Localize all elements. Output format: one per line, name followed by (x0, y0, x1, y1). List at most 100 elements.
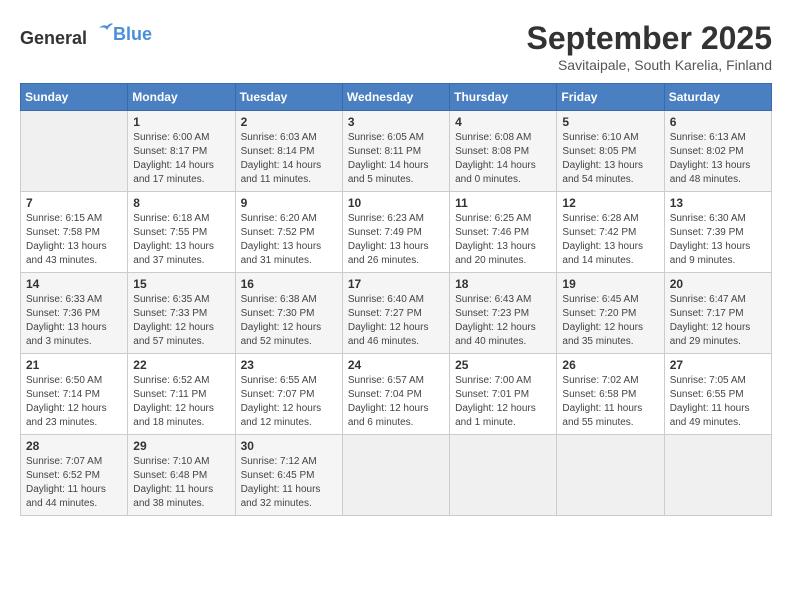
day-number: 5 (562, 115, 658, 129)
calendar-day-cell: 13Sunrise: 6:30 AM Sunset: 7:39 PM Dayli… (664, 192, 771, 273)
day-number: 2 (241, 115, 337, 129)
day-info: Sunrise: 7:10 AM Sunset: 6:48 PM Dayligh… (133, 455, 229, 511)
calendar-day-cell: 22 Sunrise: 6:52 AM Sunset: 7:11 PM Dayli… (128, 354, 235, 435)
day-info: Sunrise: 6:52 AM Sunset: 7:11 PM Dayligh… (133, 374, 229, 430)
calendar-day-cell: 24 Sunrise: 6:57 AM Sunset: 7:04 PM Dayli… (342, 354, 449, 435)
calendar-day-cell: 17 Sunrise: 6:40 AM Sunset: 7:27 PM Dayli… (342, 273, 449, 354)
logo: General Blue (20, 20, 152, 49)
calendar-day-cell: 12 Sunrise: 6:28 AM Sunset: 7:42 PM Dayli… (557, 192, 664, 273)
calendar-week-row: 21Sunrise: 6:50 AM Sunset: 7:14 PM Dayli… (21, 354, 772, 435)
day-info: Sunrise: 6:33 AM Sunset: 7:36 PM Dayligh… (26, 293, 122, 349)
day-info: Sunrise: 6:10 AM Sunset: 8:05 PM Dayligh… (562, 131, 658, 187)
day-number: 18 (455, 277, 551, 291)
calendar-day-cell: 16 Sunrise: 6:38 AM Sunset: 7:30 PM Dayli… (235, 273, 342, 354)
day-info: Sunrise: 6:28 AM Sunset: 7:42 PM Dayligh… (562, 212, 658, 268)
calendar-day-cell: 14Sunrise: 6:33 AM Sunset: 7:36 PM Dayli… (21, 273, 128, 354)
calendar-day-cell: 2 Sunrise: 6:03 AM Sunset: 8:14 PM Daylig… (235, 111, 342, 192)
title-block: September 2025 Savitaipale, South Kareli… (527, 20, 772, 73)
day-info: Sunrise: 6:03 AM Sunset: 8:14 PM Dayligh… (241, 131, 337, 187)
day-number: 24 (348, 358, 444, 372)
day-info: Sunrise: 7:07 AM Sunset: 6:52 PM Dayligh… (26, 455, 122, 511)
day-info: Sunrise: 7:12 AM Sunset: 6:45 PM Dayligh… (241, 455, 337, 511)
day-info: Sunrise: 6:13 AM Sunset: 8:02 PM Dayligh… (670, 131, 766, 187)
day-number: 4 (455, 115, 551, 129)
day-info: Sunrise: 6:38 AM Sunset: 7:30 PM Dayligh… (241, 293, 337, 349)
day-number: 10 (348, 196, 444, 210)
day-info: Sunrise: 6:57 AM Sunset: 7:04 PM Dayligh… (348, 374, 444, 430)
day-number: 25 (455, 358, 551, 372)
day-number: 8 (133, 196, 229, 210)
day-number: 6 (670, 115, 766, 129)
day-of-week-header: Tuesday (235, 84, 342, 111)
calendar-day-cell: 11 Sunrise: 6:25 AM Sunset: 7:46 PM Dayli… (450, 192, 557, 273)
day-of-week-header: Thursday (450, 84, 557, 111)
calendar-day-cell: 20Sunrise: 6:47 AM Sunset: 7:17 PM Dayli… (664, 273, 771, 354)
day-of-week-header: Saturday (664, 84, 771, 111)
calendar-day-cell: 5 Sunrise: 6:10 AM Sunset: 8:05 PM Daylig… (557, 111, 664, 192)
day-number: 19 (562, 277, 658, 291)
day-info: Sunrise: 7:00 AM Sunset: 7:01 PM Dayligh… (455, 374, 551, 430)
day-info: Sunrise: 7:02 AM Sunset: 6:58 PM Dayligh… (562, 374, 658, 430)
day-info: Sunrise: 6:00 AM Sunset: 8:17 PM Dayligh… (133, 131, 229, 187)
calendar-week-row: 14Sunrise: 6:33 AM Sunset: 7:36 PM Dayli… (21, 273, 772, 354)
calendar-day-cell (342, 435, 449, 516)
day-info: Sunrise: 6:40 AM Sunset: 7:27 PM Dayligh… (348, 293, 444, 349)
calendar-week-row: 7 Sunrise: 6:15 AM Sunset: 7:58 PM Daylig… (21, 192, 772, 273)
day-info: Sunrise: 6:55 AM Sunset: 7:07 PM Dayligh… (241, 374, 337, 430)
page-header: General Blue September 2025 Savitaipale,… (20, 20, 772, 73)
calendar-day-cell (557, 435, 664, 516)
calendar-day-cell: 29 Sunrise: 7:10 AM Sunset: 6:48 PM Dayli… (128, 435, 235, 516)
day-info: Sunrise: 6:47 AM Sunset: 7:17 PM Dayligh… (670, 293, 766, 349)
day-number: 1 (133, 115, 229, 129)
day-info: Sunrise: 6:15 AM Sunset: 7:58 PM Dayligh… (26, 212, 122, 268)
day-info: Sunrise: 6:45 AM Sunset: 7:20 PM Dayligh… (562, 293, 658, 349)
calendar-day-cell: 3Sunrise: 6:05 AM Sunset: 8:11 PM Daylig… (342, 111, 449, 192)
calendar-day-cell: 19 Sunrise: 6:45 AM Sunset: 7:20 PM Dayli… (557, 273, 664, 354)
day-number: 23 (241, 358, 337, 372)
calendar-day-cell: 4 Sunrise: 6:08 AM Sunset: 8:08 PM Daylig… (450, 111, 557, 192)
calendar-title: September 2025 (527, 20, 772, 57)
day-info: Sunrise: 6:08 AM Sunset: 8:08 PM Dayligh… (455, 131, 551, 187)
calendar-day-cell (21, 111, 128, 192)
calendar-week-row: 1 Sunrise: 6:00 AM Sunset: 8:17 PM Daylig… (21, 111, 772, 192)
logo-general-text: General (20, 28, 87, 48)
calendar-day-cell: 27 Sunrise: 7:05 AM Sunset: 6:55 PM Dayli… (664, 354, 771, 435)
calendar-day-cell: 6 Sunrise: 6:13 AM Sunset: 8:02 PM Daylig… (664, 111, 771, 192)
calendar-day-cell (664, 435, 771, 516)
day-info: Sunrise: 6:43 AM Sunset: 7:23 PM Dayligh… (455, 293, 551, 349)
day-info: Sunrise: 6:05 AM Sunset: 8:11 PM Dayligh… (348, 131, 444, 187)
day-number: 12 (562, 196, 658, 210)
day-info: Sunrise: 6:20 AM Sunset: 7:52 PM Dayligh… (241, 212, 337, 268)
calendar-day-cell (450, 435, 557, 516)
calendar-day-cell: 8 Sunrise: 6:18 AM Sunset: 7:55 PM Daylig… (128, 192, 235, 273)
calendar-day-cell: 23 Sunrise: 6:55 AM Sunset: 7:07 PM Dayli… (235, 354, 342, 435)
day-of-week-header: Monday (128, 84, 235, 111)
calendar-day-cell: 7 Sunrise: 6:15 AM Sunset: 7:58 PM Daylig… (21, 192, 128, 273)
day-number: 22 (133, 358, 229, 372)
day-info: Sunrise: 6:18 AM Sunset: 7:55 PM Dayligh… (133, 212, 229, 268)
day-info: Sunrise: 6:35 AM Sunset: 7:33 PM Dayligh… (133, 293, 229, 349)
calendar-day-cell: 9Sunrise: 6:20 AM Sunset: 7:52 PM Daylig… (235, 192, 342, 273)
calendar-day-cell: 30Sunrise: 7:12 AM Sunset: 6:45 PM Dayli… (235, 435, 342, 516)
day-number: 11 (455, 196, 551, 210)
day-number: 16 (241, 277, 337, 291)
day-number: 29 (133, 439, 229, 453)
day-number: 26 (562, 358, 658, 372)
day-number: 15 (133, 277, 229, 291)
logo-blue-text: Blue (113, 24, 152, 45)
day-number: 17 (348, 277, 444, 291)
day-of-week-header: Sunday (21, 84, 128, 111)
day-number: 7 (26, 196, 122, 210)
day-number: 27 (670, 358, 766, 372)
day-number: 28 (26, 439, 122, 453)
day-info: Sunrise: 7:05 AM Sunset: 6:55 PM Dayligh… (670, 374, 766, 430)
day-of-week-header: Wednesday (342, 84, 449, 111)
day-number: 13 (670, 196, 766, 210)
logo-bird-icon (89, 20, 113, 44)
day-number: 21 (26, 358, 122, 372)
day-info: Sunrise: 6:25 AM Sunset: 7:46 PM Dayligh… (455, 212, 551, 268)
calendar-day-cell: 1 Sunrise: 6:00 AM Sunset: 8:17 PM Daylig… (128, 111, 235, 192)
calendar-day-cell: 18 Sunrise: 6:43 AM Sunset: 7:23 PM Dayli… (450, 273, 557, 354)
calendar-table: SundayMondayTuesdayWednesdayThursdayFrid… (20, 83, 772, 516)
calendar-day-cell: 28 Sunrise: 7:07 AM Sunset: 6:52 PM Dayli… (21, 435, 128, 516)
